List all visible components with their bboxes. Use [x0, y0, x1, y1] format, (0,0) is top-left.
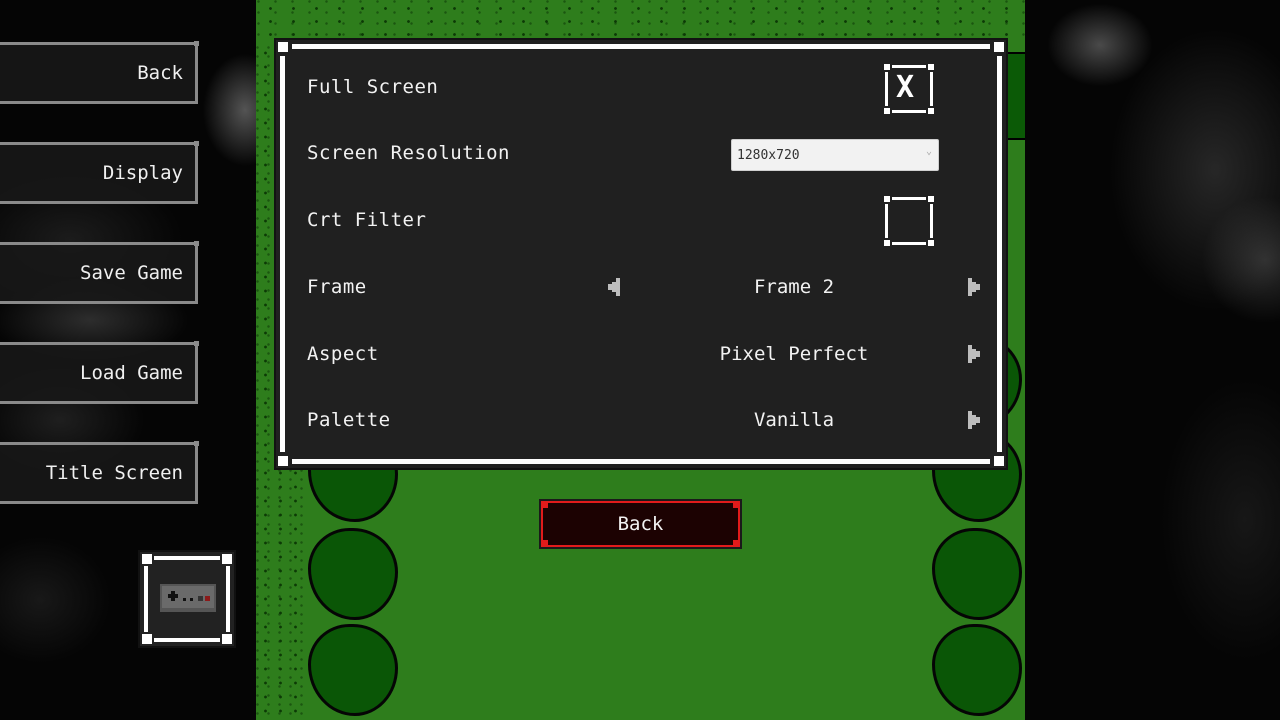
tree: [308, 528, 398, 620]
frame-label: Frame: [307, 276, 367, 298]
frame-value: Frame 2: [753, 276, 835, 298]
side-menu-load-game-button[interactable]: Load Game: [0, 341, 199, 404]
side-menu-display-button[interactable]: Display: [0, 141, 199, 204]
back-button[interactable]: Back: [541, 501, 740, 547]
screen-resolution-label: Screen Resolution: [307, 142, 510, 164]
gamepad-button[interactable]: [138, 550, 236, 648]
palette-label: Palette: [307, 409, 391, 431]
side-menu-back-button[interactable]: Back: [0, 41, 199, 104]
palette-value: Vanilla: [753, 409, 835, 431]
screen-resolution-value: 1280x720: [737, 148, 800, 163]
chevron-down-icon: ⌄: [925, 146, 932, 157]
frame-next-arrow-icon[interactable]: [968, 278, 982, 296]
aspect-value: Pixel Perfect: [719, 343, 869, 365]
full-screen-checkbox[interactable]: X: [884, 64, 934, 114]
palette-next-arrow-icon[interactable]: [968, 411, 982, 429]
display-settings-panel: Full Screen X Screen Resolution 1280x720…: [274, 38, 1008, 470]
full-screen-label: Full Screen: [307, 76, 439, 98]
back-button-label: Back: [617, 513, 664, 535]
tree: [308, 624, 398, 716]
side-menu-title-screen-button[interactable]: Title Screen: [0, 441, 199, 504]
aspect-next-arrow-icon[interactable]: [968, 345, 982, 363]
tree: [932, 528, 1022, 620]
grass-texture-top: [256, 0, 1025, 42]
aspect-label: Aspect: [307, 343, 379, 365]
gamepad-icon: [160, 584, 216, 612]
crt-filter-checkbox[interactable]: [884, 196, 934, 246]
tree: [932, 624, 1022, 716]
right-background: [1025, 0, 1280, 720]
checkmark-x-icon: X: [896, 70, 915, 105]
crt-filter-label: Crt Filter: [307, 209, 427, 231]
screen-resolution-select[interactable]: 1280x720 ⌄: [731, 139, 939, 171]
side-menu-save-game-button[interactable]: Save Game: [0, 241, 199, 304]
